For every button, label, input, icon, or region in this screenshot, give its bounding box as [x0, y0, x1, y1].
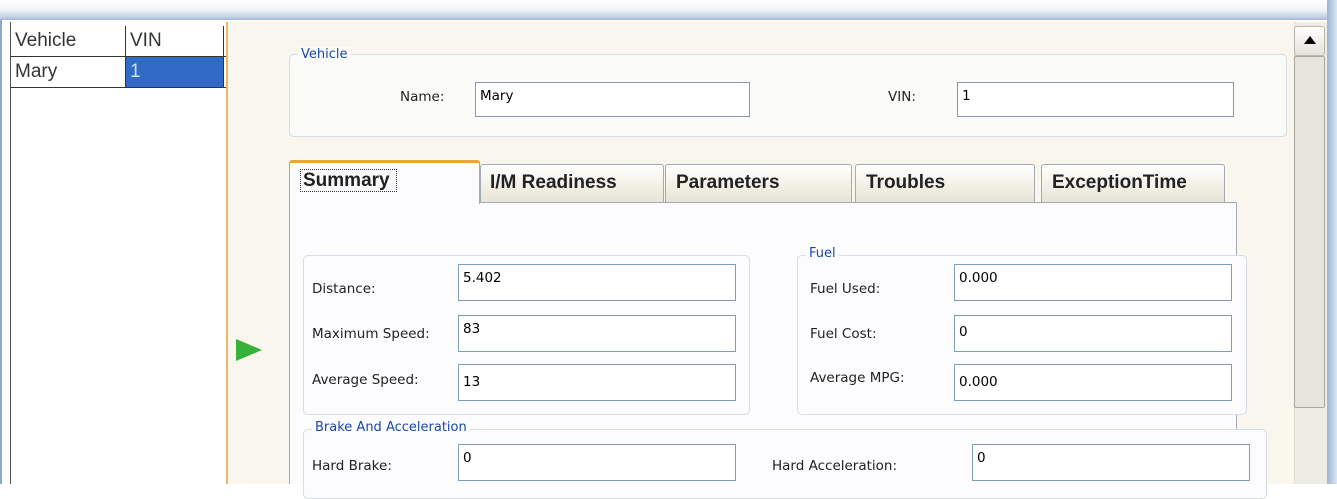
grid-header-vin[interactable]: VIN	[126, 26, 224, 57]
avg-speed-label: Average Speed:	[312, 372, 419, 388]
max-speed-field[interactable]: 83	[458, 315, 736, 352]
table-row[interactable]: Mary 1 5	[11, 57, 230, 88]
hard-acceleration-label: Hard Acceleration:	[772, 458, 898, 474]
scrollbar-thumb[interactable]	[1294, 56, 1325, 408]
tab-exception-time[interactable]: ExceptionTime	[1041, 164, 1225, 202]
distance-label: Distance:	[312, 281, 376, 297]
max-speed-label: Maximum Speed:	[312, 326, 430, 342]
grid-cell-vin[interactable]: 1	[126, 57, 224, 88]
tab-im-readiness[interactable]: I/M Readiness	[480, 164, 664, 202]
vin-label: VIN:	[888, 89, 916, 105]
arrow-up-icon	[1304, 36, 1316, 44]
fuel-cost-label: Fuel Cost:	[810, 326, 877, 342]
tab-summary-label: Summary	[300, 169, 397, 192]
avg-mpg-label: Average MPG:	[810, 370, 905, 386]
triangle-right-icon	[236, 339, 262, 361]
hard-acceleration-field[interactable]: 0	[972, 444, 1250, 481]
grid-header-row: Vehicle VIN T	[11, 26, 230, 57]
fuel-group-legend: Fuel	[806, 246, 839, 261]
avg-mpg-field[interactable]: 0.000	[954, 364, 1232, 401]
distance-field[interactable]: 5.402	[458, 264, 736, 301]
tab-troubles[interactable]: Troubles	[855, 164, 1035, 202]
fuel-used-label: Fuel Used:	[810, 281, 881, 297]
vehicle-group-legend: Vehicle	[298, 47, 351, 62]
brake-group-legend: Brake And Acceleration	[312, 420, 470, 435]
hard-brake-label: Hard Brake:	[312, 458, 392, 474]
name-label: Name:	[400, 89, 445, 105]
tab-summary[interactable]: Summary	[289, 160, 480, 204]
fuel-used-field[interactable]: 0.000	[954, 264, 1232, 301]
grid-cell-vehicle[interactable]: Mary	[11, 57, 126, 88]
tab-parameters[interactable]: Parameters	[665, 164, 852, 202]
fuel-cost-field[interactable]: 0	[954, 315, 1232, 352]
avg-speed-field[interactable]: 13	[458, 364, 736, 401]
grid-header-vehicle[interactable]: Vehicle	[11, 26, 126, 57]
vin-field[interactable]: 1	[957, 82, 1234, 117]
hard-brake-field[interactable]: 0	[458, 444, 736, 481]
window-title-bar	[0, 0, 1337, 20]
vehicle-grid[interactable]: Vehicle VIN T Mary 1 5	[10, 22, 230, 484]
window-border	[1327, 0, 1337, 484]
scroll-up-button[interactable]	[1294, 26, 1325, 56]
name-field[interactable]: Mary	[475, 82, 750, 117]
